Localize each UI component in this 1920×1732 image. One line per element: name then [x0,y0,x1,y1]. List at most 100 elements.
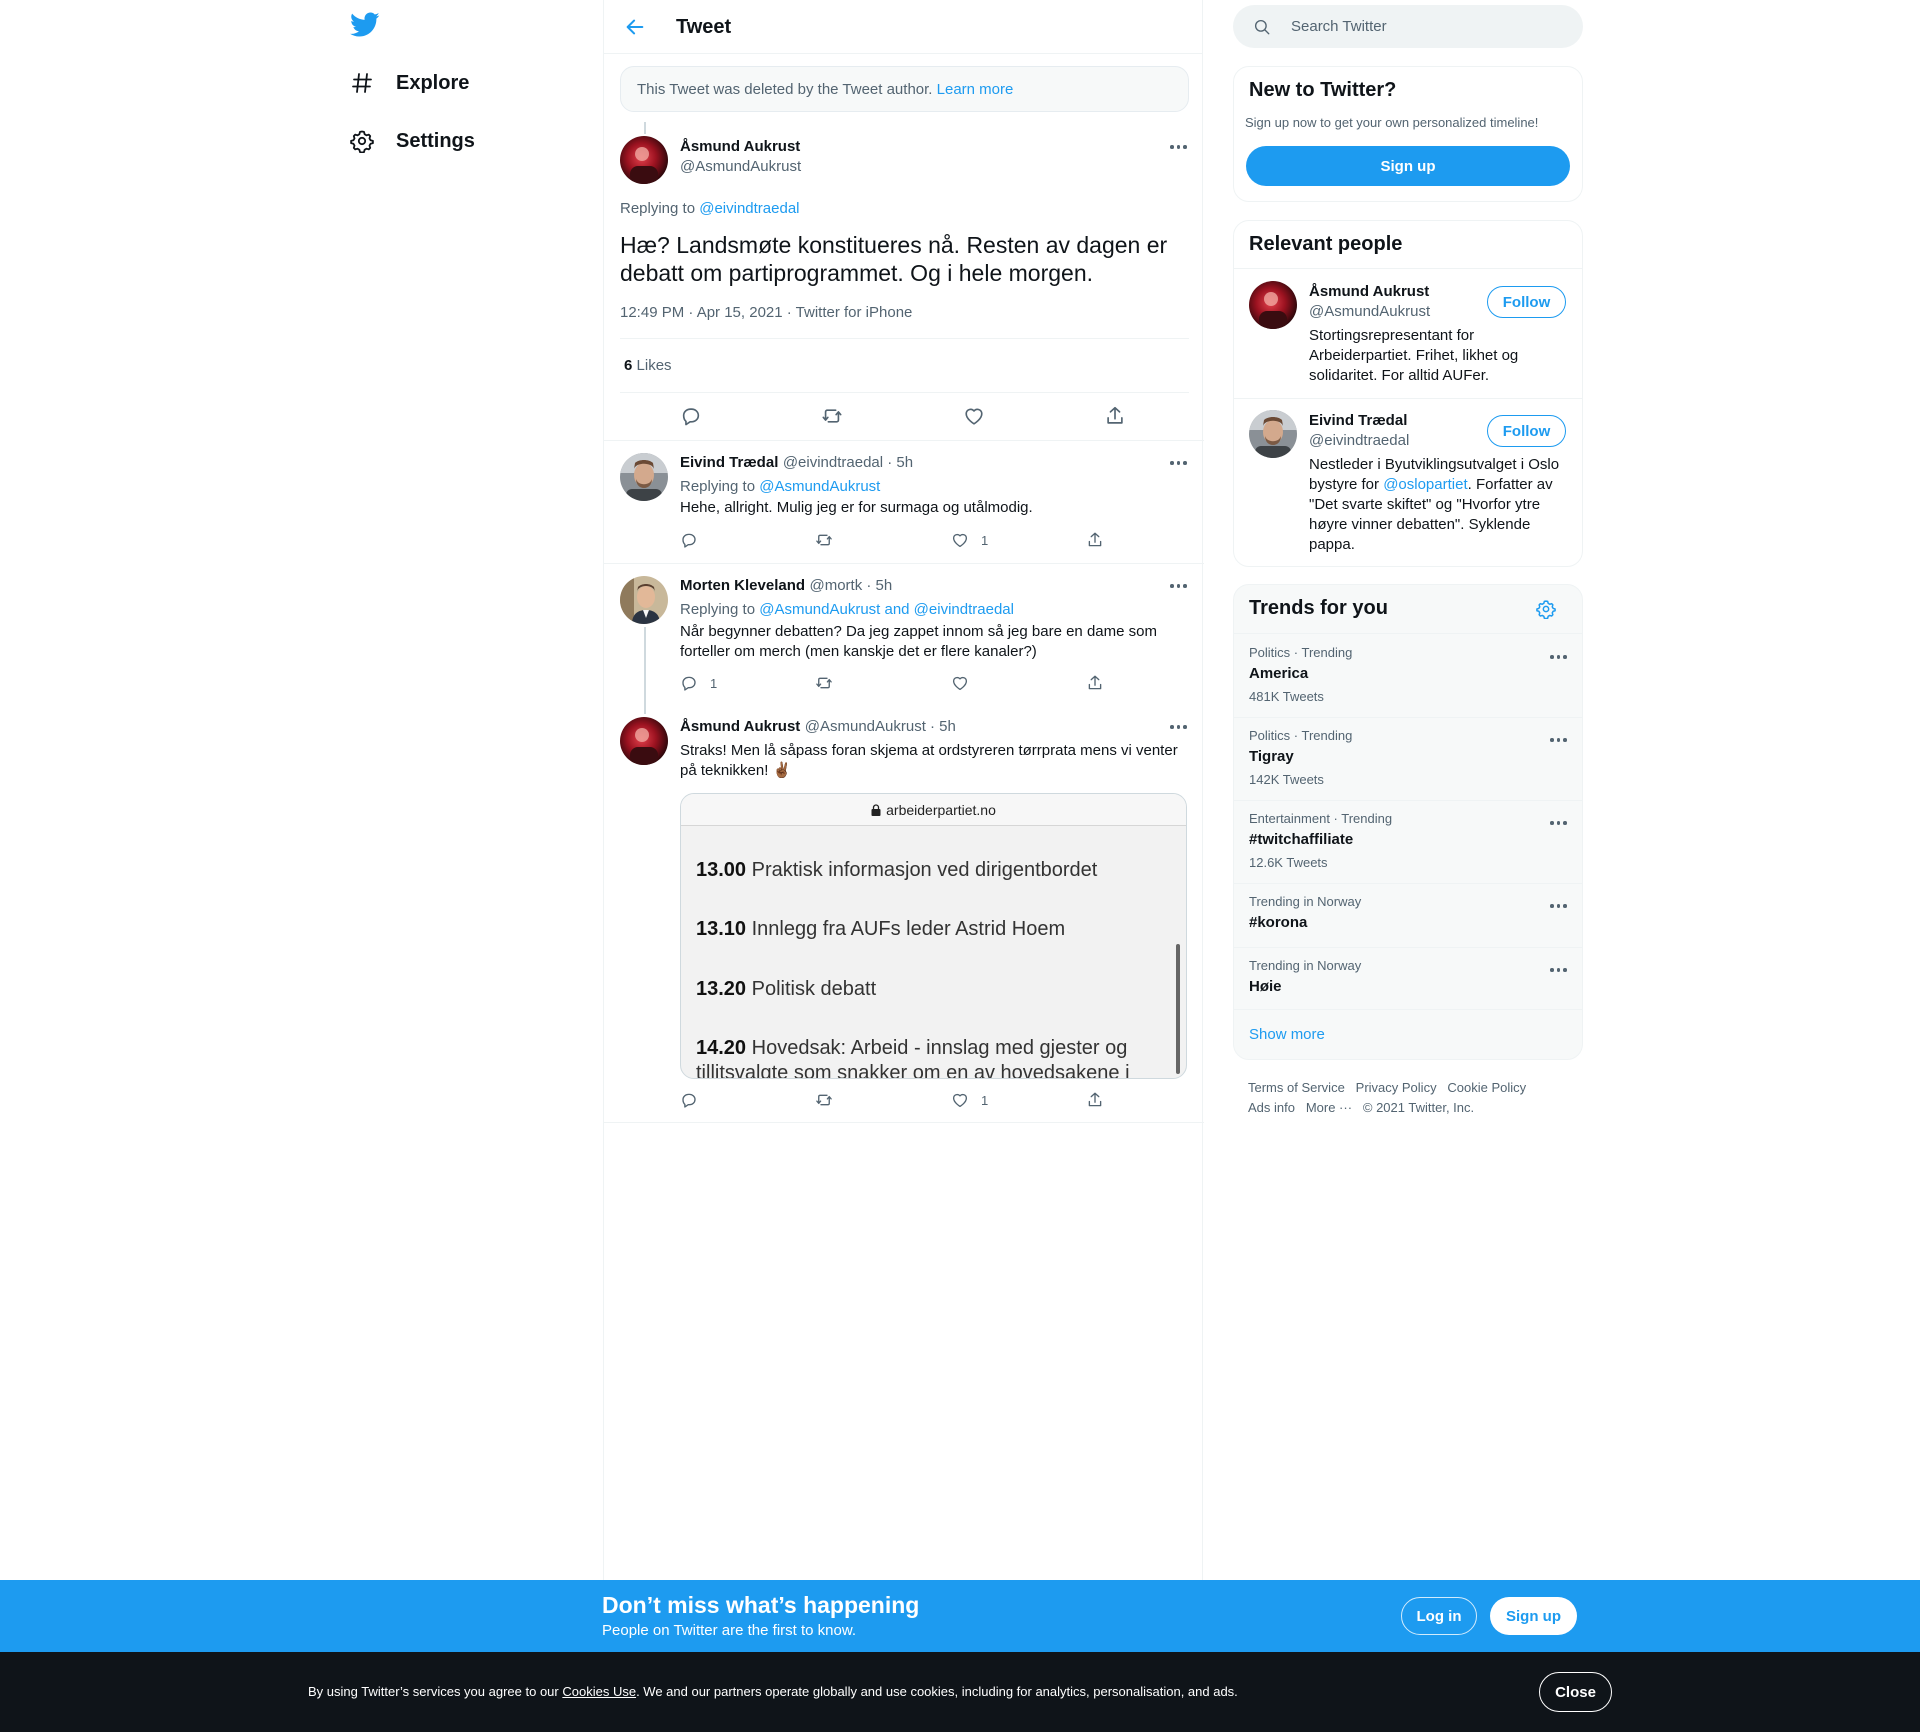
more-options-icon[interactable] [1170,145,1187,149]
schedule-time: 13.20 [696,978,747,1000]
person-handle[interactable]: @AsmundAukrust [1309,303,1430,320]
reply-author-handle-time[interactable]: @eivindtraedal · 5h [783,454,913,471]
sign-up-button[interactable]: Sign up [1246,146,1570,186]
schedule-row: 13.00 Praktisk informasjon ved dirigentb… [696,859,1097,882]
more-options-icon[interactable] [1550,655,1567,659]
divider [604,440,1204,441]
more-options-icon[interactable] [1550,904,1567,908]
embedded-screenshot[interactable]: arbeiderpartiet.no 13.00 Praktisk inform… [680,793,1187,1079]
reply-avatar[interactable] [620,453,668,501]
more-options-icon[interactable] [1550,738,1567,742]
trend-item[interactable]: Politics · Trending America 481K Tweets [1234,634,1582,717]
cookies-use-link[interactable]: Cookies Use [562,1684,636,1699]
person-name[interactable]: Åsmund Aukrust [1309,283,1429,300]
reply-author-name[interactable]: Eivind Trædal [680,454,778,471]
reply-icon [680,531,698,549]
share-button[interactable] [1086,674,1104,692]
replying-to-link[interactable]: @eivindtraedal [699,200,799,217]
close-cookie-button[interactable]: Close [1539,1672,1612,1712]
retweet-icon [815,674,833,692]
nav-settings[interactable]: Settings [350,121,475,161]
new-to-twitter-title: New to Twitter? [1249,79,1397,101]
trend-name: America [1249,665,1309,682]
cookie-policy-link[interactable]: Cookie Policy [1447,1080,1526,1095]
share-button[interactable] [1086,1091,1104,1109]
retweet-button[interactable] [815,1091,833,1109]
search-box[interactable]: Search Twitter [1233,5,1583,48]
reply-author-name[interactable]: Åsmund Aukrust [680,718,800,735]
log-in-button[interactable]: Log in [1401,1597,1477,1635]
cookie-consent-bar: By using Twitter’s services you agree to… [0,1652,1920,1732]
more-link[interactable]: More ··· [1306,1100,1352,1115]
trends-panel: Trends for you Politics · Trending Ameri… [1233,584,1583,1060]
oslopartiet-link[interactable]: @oslopartiet [1383,476,1467,493]
reply-author-name[interactable]: Morten Kleveland [680,577,805,594]
search-icon [1253,18,1271,36]
main-tweet-author-name[interactable]: Åsmund Aukrust [680,138,800,155]
banner-sign-up-button[interactable]: Sign up [1490,1597,1577,1635]
reply-button[interactable]: 1 [680,674,717,692]
twitter-logo-icon[interactable] [350,12,380,38]
reply-header: Åsmund Aukrust @AsmundAukrust · 5h [680,718,956,736]
replying-to-link[interactable]: @AsmundAukrust [759,478,880,495]
retweet-button[interactable] [815,531,833,549]
copyright: © 2021 Twitter, Inc. [1362,1100,1475,1115]
schedule-text: Hovedsak: Arbeid - innslag med gjester o… [751,1037,1128,1059]
nav-explore[interactable]: Explore [350,63,469,103]
person-bio: Stortingsrepresentant for Arbeiderpartie… [1309,327,1519,384]
reply-button[interactable] [680,1091,710,1109]
more-options-icon[interactable] [1550,968,1567,972]
retweet-button[interactable] [821,405,843,427]
share-icon [1086,531,1104,549]
trend-item[interactable]: Trending in Norway #korona [1234,884,1582,947]
retweet-button[interactable] [815,674,833,692]
terms-link[interactable]: Terms of Service [1248,1080,1345,1095]
likes-label: Likes [636,357,672,374]
more-options-icon[interactable] [1170,584,1187,588]
more-options-icon[interactable] [1550,821,1567,825]
column-header: Tweet [604,0,1202,54]
share-button[interactable] [1086,531,1104,549]
replying-prefix: Replying to [620,200,696,217]
follow-button[interactable]: Follow [1487,415,1566,447]
person-avatar[interactable] [1249,410,1297,458]
reply-button[interactable] [680,405,702,427]
divider [1234,268,1582,269]
privacy-link[interactable]: Privacy Policy [1356,1080,1437,1095]
more-options-icon[interactable] [1170,725,1187,729]
trend-item[interactable]: Politics · Trending Tigray 142K Tweets [1234,718,1582,800]
reply-avatar[interactable] [620,576,668,624]
back-arrow-icon[interactable] [624,16,646,38]
like-button[interactable] [951,674,981,692]
main-tweet-timestamp[interactable]: 12:49 PM · Apr 15, 2021 · Twitter for iP… [620,304,912,321]
person-name[interactable]: Eivind Trædal [1309,412,1407,429]
trend-item[interactable]: Trending in Norway Høie [1234,948,1582,1011]
follow-button[interactable]: Follow [1487,286,1566,318]
reply-author-handle-time[interactable]: @mortk · 5h [809,577,892,594]
reply-avatar[interactable] [620,717,668,765]
show-more-link[interactable]: Show more [1249,1026,1325,1043]
likes-count[interactable]: 6 Likes [624,357,672,374]
trend-item[interactable]: Entertainment · Trending #twitchaffiliat… [1234,801,1582,883]
person-handle[interactable]: @eivindtraedal [1309,432,1409,449]
main-tweet-avatar[interactable] [620,136,668,184]
more-options-icon[interactable] [1170,461,1187,465]
like-button[interactable]: 1 [951,531,988,549]
reply-author-handle-time[interactable]: @AsmundAukrust · 5h [805,718,956,735]
signup-banner: Don’t miss what’s happening People on Tw… [0,1580,1920,1652]
reply-button[interactable] [680,531,710,549]
trend-context: Politics · Trending [1249,645,1353,660]
trend-name: #korona [1249,914,1308,931]
main-tweet-author-handle[interactable]: @AsmundAukrust [680,158,801,175]
search-input[interactable]: Search Twitter [1291,18,1387,35]
ads-info-link[interactable]: Ads info [1248,1100,1295,1115]
share-button[interactable] [1104,405,1126,427]
trends-settings-gear-icon[interactable] [1536,599,1556,619]
learn-more-link[interactable]: Learn more [937,81,1014,98]
hashtag-icon [350,71,374,95]
person-avatar[interactable] [1249,281,1297,329]
replying-to-link[interactable]: @AsmundAukrust and @eivindtraedal [759,601,1014,618]
like-button[interactable] [963,405,985,427]
divider [1234,1009,1582,1010]
like-button[interactable]: 1 [951,1091,988,1109]
